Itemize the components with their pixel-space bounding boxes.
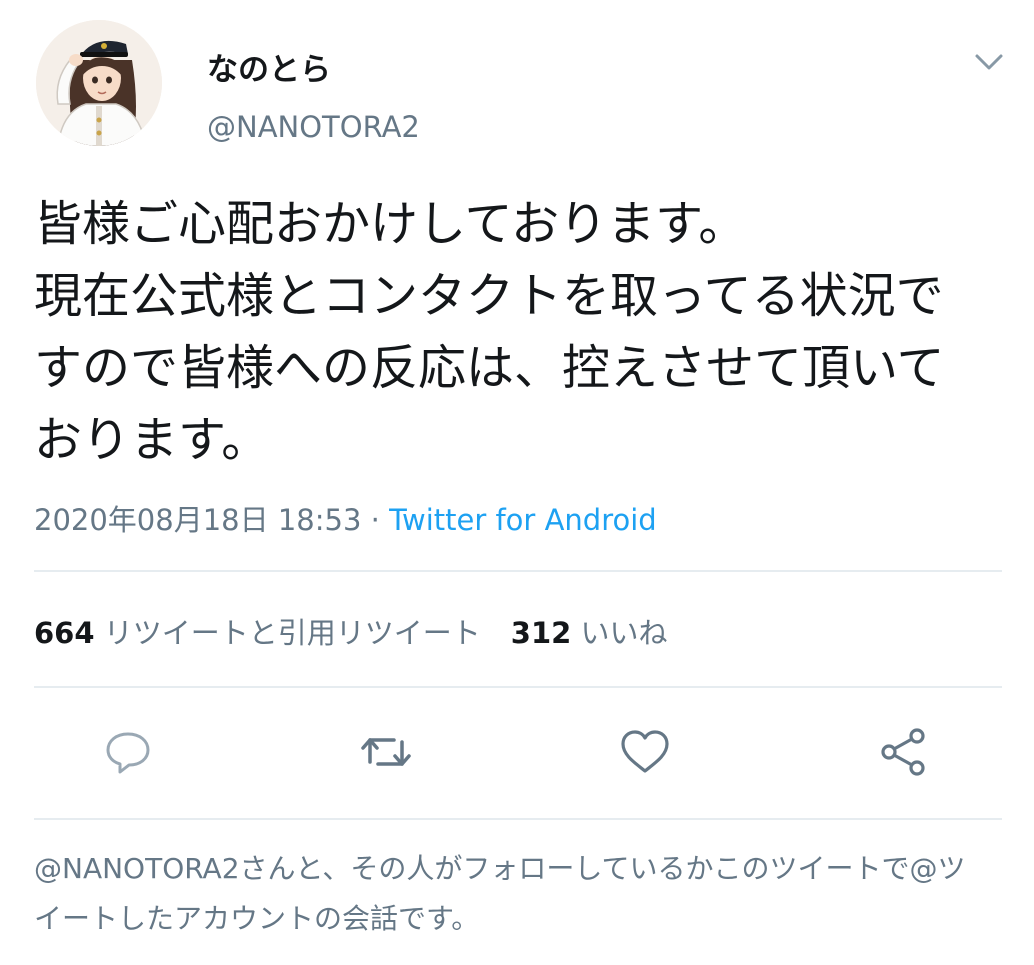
conversation-note-line: @NANOTORA2さんと、その人がフォローしているかこのツイートで@ツ: [34, 852, 966, 885]
tweet-text-line: 皆様ご心配おかけしております。: [34, 196, 747, 252]
likes-label: いいね: [580, 616, 668, 650]
likes-count: 312: [510, 616, 572, 650]
display-name[interactable]: なのとら: [207, 44, 331, 89]
likes-stat[interactable]: 312 いいね: [511, 616, 668, 650]
share-button[interactable]: [875, 724, 931, 780]
tweet-stats: 664 リツイートと引用リツイート 312 いいね: [34, 610, 668, 652]
retweet-icon: [361, 738, 411, 766]
retweets-count: 664: [34, 616, 95, 650]
user-handle[interactable]: @NANOTORA2: [207, 110, 420, 144]
tweet-text: 皆様ご心配おかけしております。 現在公式様とコンタクトを取ってる状況で すので皆…: [34, 188, 1009, 476]
avatar[interactable]: [36, 20, 162, 146]
share-icon: [881, 728, 925, 776]
divider: [34, 818, 1002, 820]
avatar-illustration: [36, 20, 162, 146]
like-icon: [621, 730, 669, 773]
conversation-note-line: イートしたアカウントの会話です。: [34, 902, 480, 935]
conversation-note: @NANOTORA2さんと、その人がフォローしているかこのツイートで@ツ イート…: [34, 844, 1009, 944]
tweet-text-line: 現在公式様とコンタクトを取ってる状況で: [34, 268, 944, 324]
tweet-source-link[interactable]: Twitter for Android: [389, 503, 657, 537]
divider: [34, 686, 1002, 688]
meta-separator: ·: [370, 503, 380, 537]
tweet-text-line: おります。: [34, 412, 270, 468]
tweet-text-line: すので皆様への反応は、控えさせて頂いて: [34, 340, 945, 396]
retweets-stat[interactable]: 664 リツイートと引用リツイート: [34, 616, 481, 650]
reply-icon: [106, 732, 150, 774]
retweet-button[interactable]: [358, 724, 414, 780]
retweets-label: リツイートと引用リツイート: [103, 616, 481, 650]
tweet-timestamp: 2020年08月18日 18:53: [34, 503, 362, 537]
reply-button[interactable]: [100, 724, 156, 780]
divider: [34, 570, 1002, 572]
like-button[interactable]: [617, 724, 673, 780]
tweet-meta: 2020年08月18日 18:53 · Twitter for Android: [34, 497, 657, 539]
chevron-down-icon[interactable]: [972, 50, 1006, 74]
